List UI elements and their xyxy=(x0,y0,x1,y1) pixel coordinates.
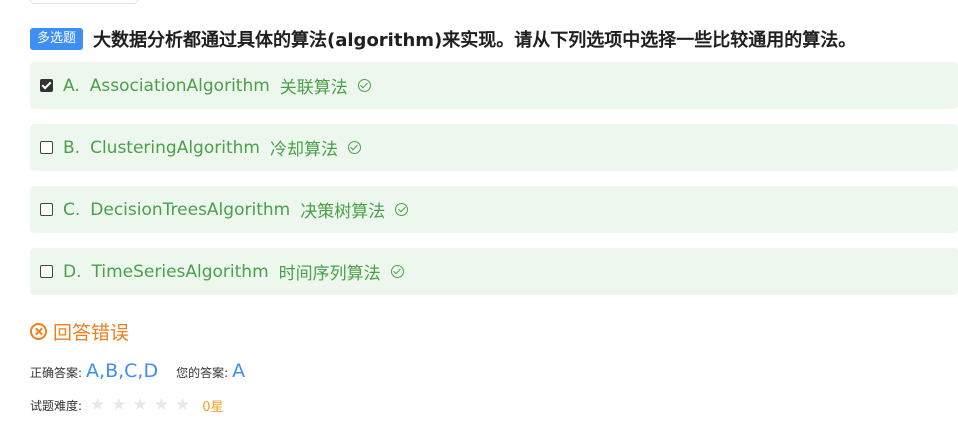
check-circle-icon xyxy=(390,265,404,278)
check-circle-icon xyxy=(395,203,409,216)
option-b-checkbox[interactable] xyxy=(40,141,53,154)
option-a-checkbox[interactable] xyxy=(40,79,53,92)
correct-answer-label: 正确答案: xyxy=(30,366,83,380)
your-answer-value: A xyxy=(232,360,246,382)
option-c[interactable]: C. DecisionTreesAlgorithm 决策树算法 xyxy=(30,186,958,233)
option-c-checkbox[interactable] xyxy=(40,203,53,216)
question-type-badge: 多选题 xyxy=(30,28,84,50)
option-english-text: ClusteringAlgorithm xyxy=(90,137,260,158)
option-english-text: AssociationAlgorithm xyxy=(89,75,270,96)
option-d[interactable]: D. TimeSeriesAlgorithm 时间序列算法 xyxy=(30,248,958,295)
option-chinese-text: 时间序列算法 xyxy=(278,264,381,284)
option-chinese-text: 关联算法 xyxy=(279,78,348,98)
option-letter: D. xyxy=(63,261,82,282)
difficulty-rating: 试题难度: ★ ★ ★ ★ ★ 0星 xyxy=(30,396,224,416)
star-icon: ★ xyxy=(90,395,106,415)
option-english-text: TimeSeriesAlgorithm xyxy=(91,261,269,282)
star-icon: ★ xyxy=(111,395,127,415)
difficulty-value: 0星 xyxy=(202,400,224,415)
option-chinese-text: 冷却算法 xyxy=(269,140,338,160)
option-d-checkbox[interactable] xyxy=(40,265,53,278)
correct-answer-value: A,B,C,D xyxy=(86,360,159,382)
option-chinese-text: 决策树算法 xyxy=(300,202,386,222)
star-rating: ★ ★ ★ ★ ★ xyxy=(90,397,196,414)
question-header: 多选题 大数据分析都通过具体的算法(algorithm)来实现。请从下列选项中选… xyxy=(30,26,856,52)
check-circle-icon xyxy=(347,141,361,154)
previous-panel-edge xyxy=(30,0,138,4)
result-text: 回答错误 xyxy=(53,322,130,344)
star-icon: ★ xyxy=(132,395,148,415)
option-english-text: DecisionTreesAlgorithm xyxy=(90,199,291,220)
question-text: 大数据分析都通过具体的算法(algorithm)来实现。请从下列选项中选择一些比… xyxy=(93,30,857,51)
option-letter: A. xyxy=(63,75,80,96)
close-circle-icon xyxy=(30,323,47,340)
option-letter: B. xyxy=(63,137,81,158)
option-b[interactable]: B. ClusteringAlgorithm 冷却算法 xyxy=(30,124,958,171)
your-answer-label: 您的答案: xyxy=(176,366,229,380)
option-a[interactable]: A. AssociationAlgorithm 关联算法 xyxy=(30,62,958,109)
option-letter: C. xyxy=(63,199,81,220)
answer-summary: 正确答案: A,B,C,D 您的答案: A xyxy=(30,360,263,382)
star-icon: ★ xyxy=(153,395,170,415)
check-circle-icon xyxy=(357,79,371,92)
difficulty-label: 试题难度: xyxy=(30,399,83,413)
answer-result: 回答错误 xyxy=(30,318,129,345)
star-icon: ★ xyxy=(175,395,191,415)
